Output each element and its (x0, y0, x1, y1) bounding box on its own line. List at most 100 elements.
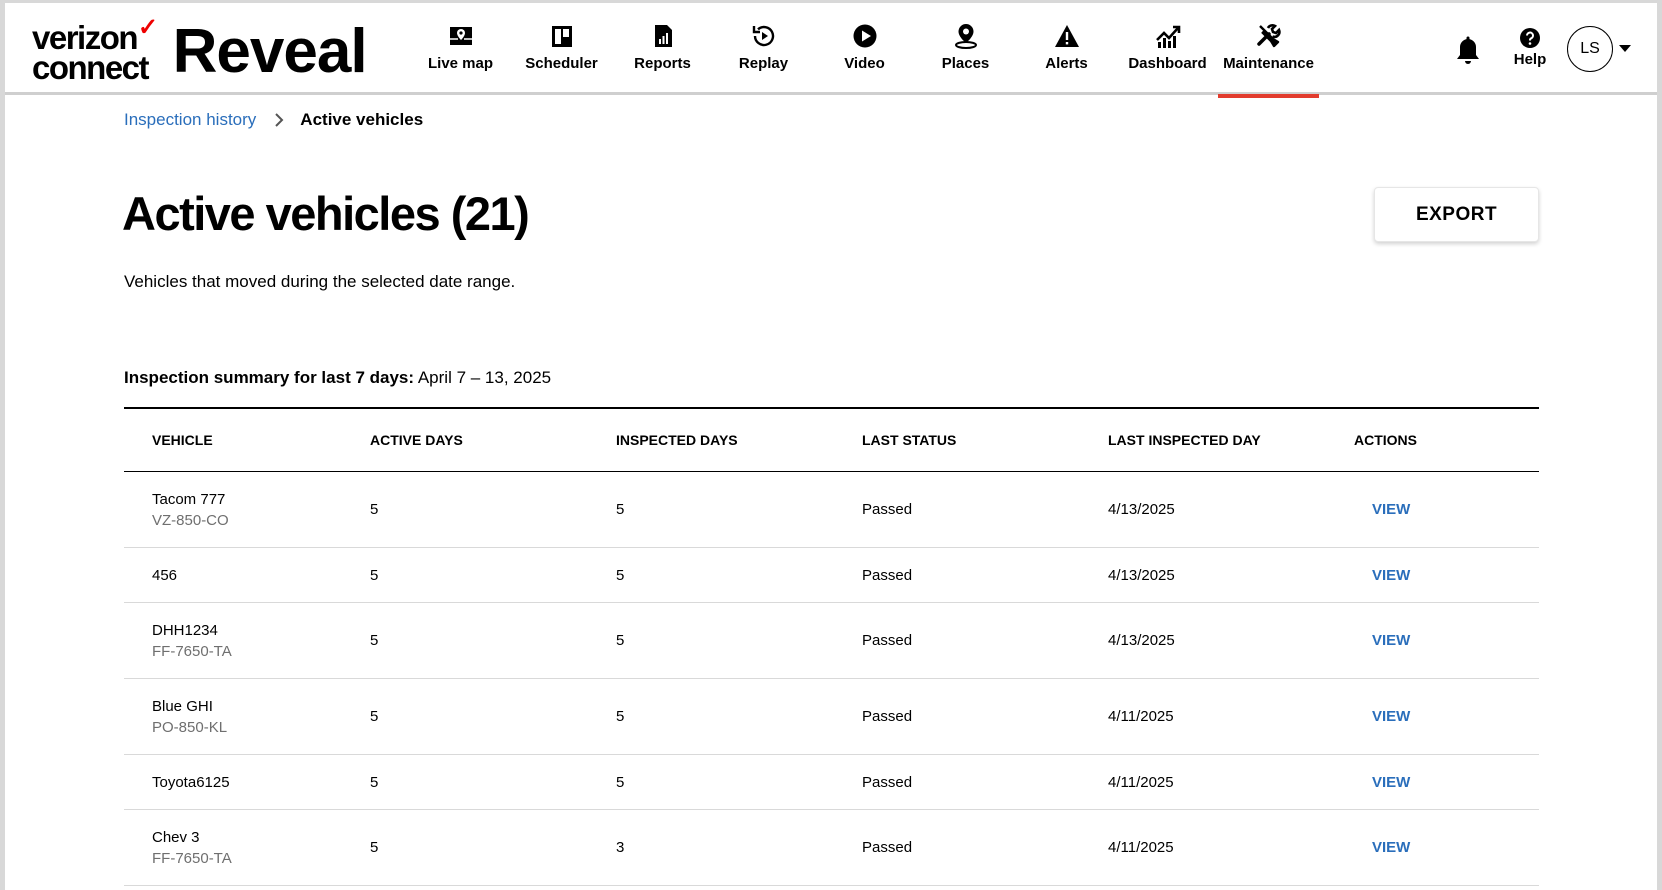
table-header: VEHICLE ACTIVE DAYS INSPECTED DAYS LAST … (124, 409, 1539, 472)
export-button[interactable]: EXPORT (1374, 187, 1539, 242)
vehicle-plate: FF-7650-TA (152, 642, 232, 660)
maintenance-icon (1256, 24, 1281, 48)
vehicle-cell: Tacom 777 VZ-850-CO (124, 491, 370, 529)
inspected-days-cell: 3 (616, 839, 625, 856)
inspected-days-cell: 5 (616, 501, 625, 518)
table-row: Blue GHI PO-850-KL 5 5 Passed 4/11/2025 V… (124, 679, 1539, 755)
logo-product-name: Reveal (172, 17, 368, 86)
nav-label: Maintenance (1223, 55, 1314, 72)
vehicle-cell: Chev 3 FF-7650-TA (124, 829, 370, 867)
chevron-down-icon[interactable] (1619, 45, 1631, 52)
breadcrumb-current: Active vehicles (300, 110, 424, 129)
nav-dashboard[interactable]: Dashboard (1117, 3, 1218, 95)
logo-wordmark: verizon✓ connect (32, 14, 158, 86)
active-days-cell: 5 (370, 566, 379, 584)
nav-scheduler[interactable]: Scheduler (511, 3, 612, 95)
verizon-connect-reveal-logo[interactable]: verizon✓ connect Reveal (32, 14, 368, 86)
notifications-bell-icon[interactable] (1453, 35, 1483, 67)
scheduler-icon (551, 26, 572, 47)
last-status-cell: Passed (862, 566, 913, 584)
view-button[interactable]: VIEW (1354, 501, 1410, 518)
inspected-days-cell: 5 (616, 632, 625, 649)
vehicle-name: Tacom 777 (152, 490, 226, 508)
nav-label: Dashboard (1128, 55, 1207, 72)
nav-video[interactable]: Video (814, 3, 915, 95)
places-pin-icon (954, 24, 977, 49)
column-header-active-days[interactable]: ACTIVE DAYS (370, 432, 616, 448)
summary-label: Inspection summary for last 7 days: (124, 368, 415, 387)
summary-date-range: April 7 – 13, 2025 (417, 368, 552, 387)
column-header-last-inspected-day[interactable]: LAST INSPECTED DAY (1108, 432, 1354, 448)
column-header-last-status[interactable]: LAST STATUS (862, 432, 1108, 448)
column-header-actions: ACTIONS (1354, 432, 1417, 448)
last-inspected-day-cell: 4/11/2025 (1108, 708, 1174, 725)
nav-reports[interactable]: Reports (612, 3, 713, 95)
last-status-cell: Passed (862, 632, 913, 649)
view-button[interactable]: VIEW (1354, 839, 1410, 856)
vehicle-cell: 456 (124, 567, 370, 584)
nav-replay[interactable]: Replay (713, 3, 814, 95)
nav-alerts[interactable]: Alerts (1016, 3, 1117, 95)
vehicle-plate: FF-7650-TA (152, 849, 232, 867)
vehicle-cell: Toyota6125 (124, 774, 370, 791)
last-status-cell: Passed (862, 501, 913, 518)
last-inspected-day-cell: 4/13/2025 (1108, 566, 1175, 584)
last-inspected-day-cell: 4/13/2025 (1108, 632, 1175, 649)
page-title: Active vehicles (21) (122, 187, 530, 240)
view-button[interactable]: VIEW (1354, 708, 1410, 725)
column-header-inspected-days[interactable]: INSPECTED DAYS (616, 432, 862, 448)
help-question-icon (1520, 28, 1540, 48)
breadcrumb-inspection-history-link[interactable]: Inspection history (124, 110, 256, 130)
inspected-days-cell: 5 (616, 708, 625, 725)
table-row: Chev 3 FF-7650-TA 5 3 Passed 4/11/2025 VI… (124, 810, 1539, 886)
top-navigation-bar: verizon✓ connect Reveal Live map Schedul… (5, 3, 1657, 98)
replay-icon (752, 25, 774, 47)
nav-label: Places (941, 55, 990, 72)
table-row: DHH1234 FF-7650-TA 5 5 Passed 4/13/2025 V… (124, 603, 1539, 679)
main-nav: Live map Scheduler Reports Replay Video … (410, 3, 1319, 98)
table-row: 456 5 5 Passed 4/13/2025 VIEW (124, 548, 1539, 603)
vehicle-name: DHH1234 (152, 621, 218, 639)
video-play-icon (853, 24, 876, 48)
nav-places[interactable]: Places (915, 3, 1016, 95)
active-days-cell: 5 (370, 632, 379, 649)
last-status-cell: Passed (862, 773, 913, 791)
active-days-cell: 5 (370, 501, 379, 518)
active-vehicles-table: VEHICLE ACTIVE DAYS INSPECTED DAYS LAST … (124, 407, 1539, 886)
nav-live-map[interactable]: Live map (410, 3, 511, 95)
nav-label: Alerts (1045, 55, 1088, 72)
inspected-days-cell: 5 (616, 773, 625, 791)
dashboard-icon (1155, 25, 1180, 48)
vehicle-cell: Blue GHI PO-850-KL (124, 698, 370, 736)
help-button[interactable]: Help (1505, 27, 1555, 68)
last-inspected-day-cell: 4/11/2025 (1108, 773, 1174, 791)
last-status-cell: Passed (862, 839, 913, 856)
table-row: Toyota6125 5 5 Passed 4/11/2025 VIEW (124, 755, 1539, 810)
view-button[interactable]: VIEW (1354, 567, 1410, 584)
nav-label: Scheduler (525, 55, 598, 72)
nav-label: Live map (427, 55, 494, 72)
inspection-summary: Inspection summary for last 7 days: Apri… (124, 368, 551, 388)
nav-maintenance[interactable]: Maintenance (1218, 3, 1319, 98)
nav-label: Video (844, 55, 885, 72)
page-subtitle: Vehicles that moved during the selected … (124, 272, 516, 291)
column-header-vehicle[interactable]: VEHICLE (124, 432, 370, 448)
vehicle-name: Chev 3 (152, 828, 200, 846)
last-inspected-day-cell: 4/13/2025 (1108, 501, 1175, 518)
last-status-cell: Passed (862, 708, 913, 725)
active-days-cell: 5 (370, 839, 379, 856)
view-button[interactable]: VIEW (1354, 632, 1410, 649)
alert-icon (1054, 25, 1079, 47)
help-label: Help (1513, 51, 1547, 68)
map-icon (449, 27, 472, 45)
vehicle-name: Blue GHI (152, 697, 213, 715)
view-button[interactable]: VIEW (1354, 774, 1410, 791)
vehicle-plate: PO-850-KL (152, 718, 228, 736)
active-days-cell: 5 (370, 708, 379, 725)
vehicle-plate: VZ-850-CO (152, 511, 229, 529)
chevron-right-icon (275, 113, 284, 127)
active-days-cell: 5 (370, 773, 379, 791)
user-avatar[interactable]: LS (1567, 26, 1613, 72)
reports-icon (654, 25, 672, 47)
table-row: Tacom 777 VZ-850-CO 5 5 Passed 4/13/2025 … (124, 472, 1539, 548)
